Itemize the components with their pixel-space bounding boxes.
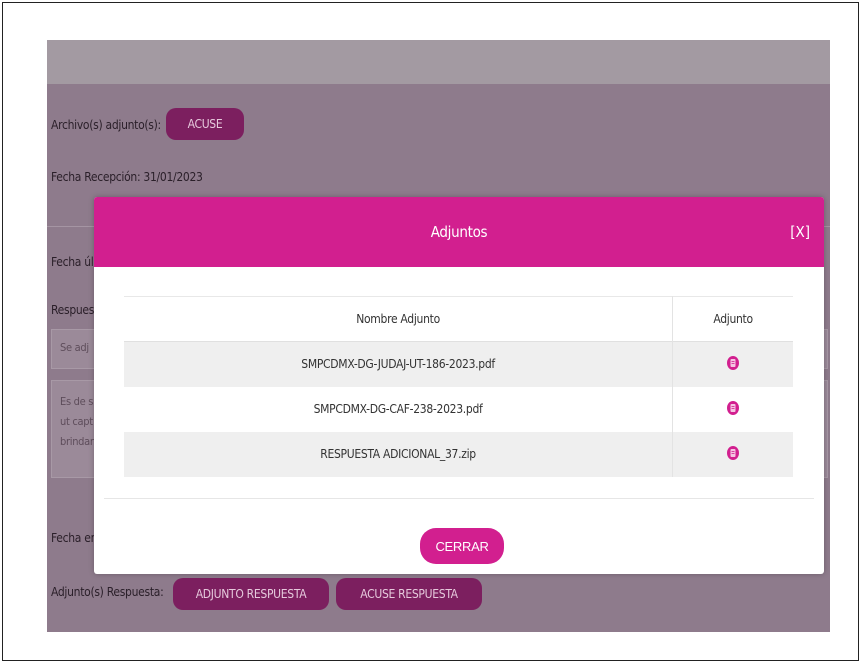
box-line-3: brindar <box>60 435 94 448</box>
box-line-1: Es de s <box>60 395 94 408</box>
modal-footer-divider <box>104 498 814 499</box>
table-row: SMPCDMX-DG-CAF-238-2023.pdf <box>124 386 793 432</box>
top-bar <box>47 40 830 84</box>
acuse-button[interactable]: ACUSE <box>166 108 244 140</box>
attachment-name: RESPUESTA ADICIONAL_37.zip <box>124 431 674 477</box>
header-nombre-adjunto: Nombre Adjunto <box>124 296 674 342</box>
cerrar-button[interactable]: CERRAR <box>420 528 504 564</box>
attachments-table: Nombre Adjunto Adjunto SMPCDMX-DG-JUDAJ-… <box>124 296 793 477</box>
table-row: RESPUESTA ADICIONAL_37.zip <box>124 431 793 477</box>
box-line-2: ut capt <box>60 415 93 428</box>
adjuntos-respuesta-label: Adjunto(s) Respuesta: <box>51 585 164 599</box>
fecha-envio-label: Fecha en <box>51 531 98 545</box>
fecha-recepcion: Fecha Recepción: 31/01/2023 <box>51 170 203 184</box>
modal-title: Adjuntos <box>430 223 488 241</box>
fecha-ultima-label: Fecha úl <box>51 255 94 269</box>
file-icon[interactable] <box>726 445 740 464</box>
acuse-respuesta-button[interactable]: ACUSE RESPUESTA <box>336 578 482 610</box>
attachments-label: Archivo(s) adjunto(s): <box>51 118 161 132</box>
attachment-cell <box>673 432 793 477</box>
respuesta-label: Respues <box>51 303 95 317</box>
file-icon[interactable] <box>726 400 740 419</box>
attachment-name: SMPCDMX-DG-CAF-238-2023.pdf <box>124 386 674 432</box>
header-adjunto: Adjunto <box>713 312 753 326</box>
close-button[interactable]: [X] <box>790 223 810 241</box>
adjunto-respuesta-button[interactable]: ADJUNTO RESPUESTA <box>173 578 329 610</box>
attachment-cell <box>673 342 793 387</box>
adjuntos-modal: Adjuntos [X] Nombre Adjunto Adjunto SMPC… <box>94 197 824 574</box>
modal-header: Adjuntos [X] <box>94 197 824 267</box>
table-row: SMPCDMX-DG-JUDAJ-UT-186-2023.pdf <box>124 341 793 387</box>
table-header-row: Nombre Adjunto Adjunto <box>124 296 793 342</box>
attachment-name: SMPCDMX-DG-JUDAJ-UT-186-2023.pdf <box>124 341 674 387</box>
file-icon[interactable] <box>726 355 740 374</box>
respuesta-box-text: Se adj <box>60 341 89 354</box>
attachment-cell <box>673 387 793 432</box>
